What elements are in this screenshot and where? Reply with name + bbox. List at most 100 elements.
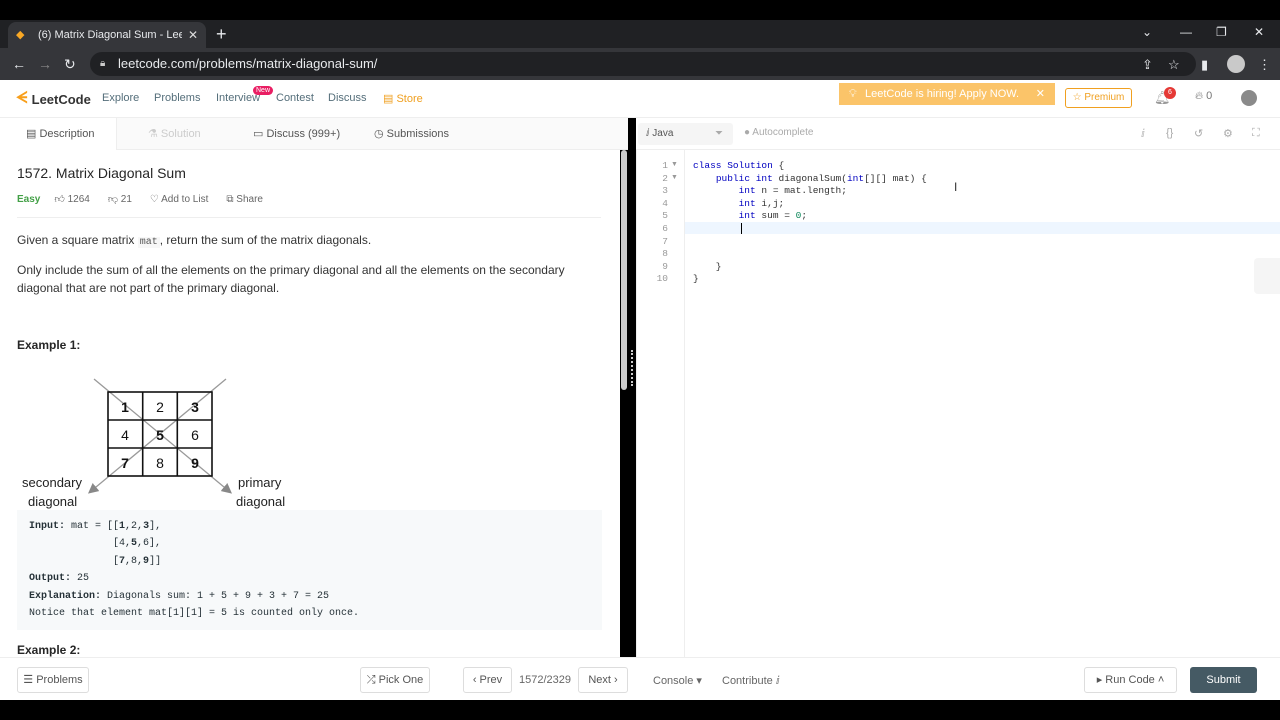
description-scrollbar[interactable]: [621, 150, 627, 390]
line-number: 2: [662, 173, 668, 184]
store-label: Store: [396, 93, 423, 105]
next-button[interactable]: Next ›: [578, 667, 628, 693]
matrix-diagram: 1 2 3 4 5 6 7 8 9 secondary diagonal pri…: [22, 378, 285, 509]
nav-store[interactable]: ▤ Store: [383, 92, 423, 105]
side-panel-tab[interactable]: [1254, 258, 1280, 294]
close-tab-icon[interactable]: ✕: [188, 28, 198, 42]
example-input-row3: [7,8,9]]: [113, 555, 162, 567]
label-secondary-diagonal: diagonal: [28, 494, 77, 509]
premium-button[interactable]: ☆ Premium: [1065, 88, 1132, 108]
submit-button[interactable]: Submit: [1190, 667, 1257, 693]
problems-button[interactable]: ☰ Problems: [17, 667, 89, 693]
fullscreen-icon[interactable]: ⛶: [1252, 127, 1260, 140]
editor-toolbar: ⅈ Java ⏷ ● Autocomplete ⅈ {} ↺ ⚙ ⛶: [636, 118, 1280, 150]
thumbs-down-icon: 👎︎: [107, 194, 121, 205]
contribute-label: Contribute: [722, 675, 773, 687]
tab-discuss[interactable]: ▭ Discuss (999+): [253, 118, 340, 150]
screen: ◆ (6) Matrix Diagonal Sum - LeetCo ✕ + ⌄…: [0, 0, 1280, 720]
reset-icon[interactable]: ↺: [1194, 127, 1203, 140]
url-input[interactable]: 🔒︎ leetcode.com/problems/matrix-diagonal…: [90, 52, 1196, 76]
problems-button-label: Problems: [36, 674, 83, 686]
minimize-icon[interactable]: —: [1180, 25, 1192, 39]
list-icon: ☰: [23, 674, 37, 686]
run-code-button[interactable]: ▸ Run Code ˄: [1084, 667, 1177, 693]
pick-one-button[interactable]: ⤮ Pick One: [360, 667, 430, 693]
discuss-icon: ▭: [253, 128, 267, 140]
contribute-link[interactable]: Contribute ⅈ: [722, 674, 780, 687]
prev-button[interactable]: ‹ Prev: [463, 667, 512, 693]
flame-icon: 🔥︎: [1195, 90, 1207, 102]
line-number: 9: [662, 261, 668, 272]
code-editor[interactable]: 1 2 3 4 5 6 7 8 9 10 ▼ ▼ class Solution …: [636, 150, 1280, 657]
new-tab-icon[interactable]: +: [216, 24, 227, 44]
nav-contest[interactable]: Contest: [276, 92, 314, 104]
problem-meta: Easy 👍︎ 1264 👎︎ 21 ♡ Add to List ⧉ Share: [17, 193, 281, 206]
user-avatar[interactable]: [1241, 90, 1257, 106]
console-toggle[interactable]: Console ▾: [653, 674, 702, 687]
cell-1-1: 5: [156, 427, 164, 443]
leetcode-logo-icon: ᗕ: [16, 90, 28, 107]
text-cursor: [741, 223, 742, 234]
input-bold-3: 3: [143, 521, 150, 532]
panel-resize-handle[interactable]: [631, 350, 633, 386]
example-1-block: Input: mat = [[1,2,3], [4,5,6], [7,8,9]]…: [17, 510, 602, 630]
language-select[interactable]: ⅈ Java ⏷: [638, 123, 733, 145]
braces-icon[interactable]: {}: [1166, 127, 1173, 139]
problem-counter: 1572/2329: [519, 674, 571, 686]
cell-2-1: 8: [156, 455, 164, 471]
points-counter[interactable]: 🔥︎ 0: [1195, 90, 1212, 103]
code-line-9: }: [693, 261, 722, 272]
sidepanel-icon[interactable]: ▮: [1201, 57, 1208, 73]
nav-explore[interactable]: Explore: [102, 92, 139, 104]
share-page-icon[interactable]: ⇪: [1142, 57, 1153, 73]
problem-title: 1572. Matrix Diagonal Sum: [17, 165, 186, 181]
bookmark-star-icon[interactable]: ☆: [1168, 57, 1180, 73]
label-secondary: secondary: [22, 475, 82, 490]
output-value: 25: [71, 573, 90, 585]
close-banner-icon[interactable]: ✕: [1036, 83, 1045, 105]
back-icon[interactable]: ←: [12, 56, 26, 72]
tab-submissions[interactable]: ◷ Submissions: [374, 118, 449, 150]
chevron-left-icon: ‹: [472, 674, 480, 686]
thumbs-up-icon: 👍︎: [54, 194, 68, 205]
tab-solution[interactable]: ⚗ Solution: [148, 118, 201, 150]
forward-icon[interactable]: →: [38, 56, 52, 72]
like-button[interactable]: 👍︎ 1264: [54, 193, 89, 205]
difficulty-badge: Easy: [17, 193, 41, 205]
logo-text: LeetCode: [31, 91, 91, 107]
browser-tab[interactable]: ◆ (6) Matrix Diagonal Sum - LeetCo ✕: [8, 22, 206, 48]
problem-statement-1: Given a square matrix mat, return the su…: [17, 231, 602, 252]
reload-icon[interactable]: ↻: [64, 56, 76, 73]
tab-description[interactable]: ▤ Description: [0, 118, 117, 150]
hiring-banner[interactable]: 💡︎ LeetCode is hiring! Apply NOW. ✕: [839, 83, 1055, 105]
caret-down-icon: ▾: [693, 675, 702, 687]
add-to-list-button[interactable]: ♡ Add to List: [150, 194, 208, 205]
url-text: leetcode.com/problems/matrix-diagonal-su…: [118, 56, 378, 71]
dislike-button[interactable]: 👎︎ 21: [108, 193, 132, 205]
nav-discuss[interactable]: Discuss: [328, 92, 367, 104]
fold-arrow-icon[interactable]: ▼: [671, 174, 678, 181]
heart-icon: ♡: [149, 193, 162, 205]
code-line-2: public int diagonalSum(int[][] mat) {: [715, 173, 927, 184]
lock-icon: 🔒︎: [100, 58, 106, 69]
letterbox-bottom: [0, 700, 1280, 720]
autocomplete-label: Autocomplete: [752, 127, 814, 138]
menu-dots-icon[interactable]: ⋮: [1258, 57, 1271, 73]
share-button[interactable]: ⧉ Share: [226, 194, 263, 205]
autocomplete-toggle[interactable]: ● Autocomplete: [744, 127, 813, 138]
info-icon[interactable]: ⅈ: [1141, 127, 1145, 140]
close-window-icon[interactable]: ✕: [1254, 25, 1264, 39]
profile-avatar[interactable]: [1227, 55, 1245, 73]
leetcode-logo[interactable]: ᗕ LeetCode: [16, 90, 91, 108]
fold-arrow-icon[interactable]: ▼: [671, 161, 678, 168]
nav-interview[interactable]: Interview: [216, 92, 260, 104]
store-icon: ▤: [383, 93, 397, 105]
tab-search-icon[interactable]: ⌄: [1142, 25, 1152, 39]
tab-discuss-label: Discuss (999+): [266, 128, 341, 140]
prev-label: Prev: [479, 674, 503, 686]
play-icon: ▸: [1096, 674, 1106, 686]
pick-one-label: Pick One: [378, 674, 424, 686]
nav-problems[interactable]: Problems: [154, 92, 200, 104]
settings-icon[interactable]: ⚙: [1223, 127, 1233, 140]
maximize-icon[interactable]: ❐: [1216, 25, 1227, 39]
